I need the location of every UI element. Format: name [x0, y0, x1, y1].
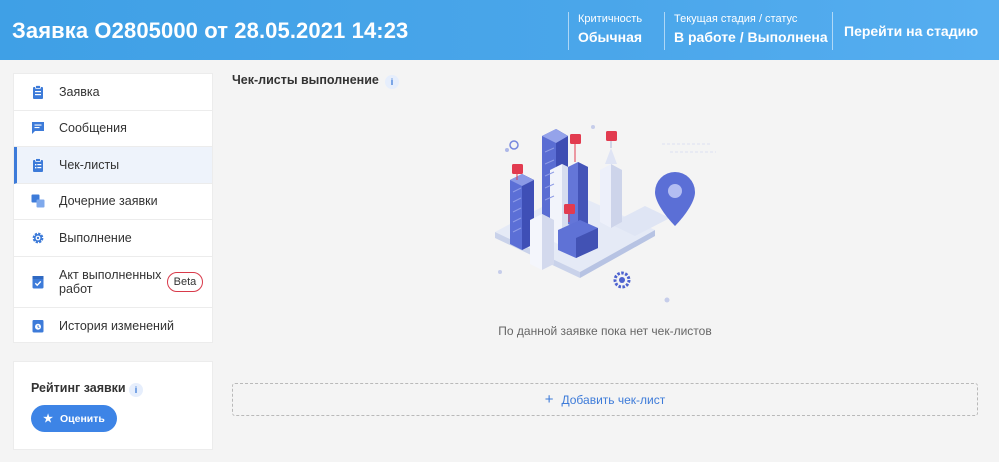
- page-header: Заявка О2805000 от 28.05.2021 14:23 Крит…: [0, 0, 999, 60]
- add-checklist-label: Добавить чек-лист: [561, 392, 666, 407]
- checklists-section-title: Чек-листы выполнение: [232, 73, 379, 87]
- goto-stage-button[interactable]: Перейти на стадию: [832, 12, 999, 50]
- gear-icon: [31, 231, 45, 245]
- sidebar-nav: Заявка Сообщения Чек-листы Дочерние заяв…: [13, 73, 213, 343]
- checklists-info-icon[interactable]: i: [385, 75, 399, 89]
- rating-title: Рейтинг заявки: [31, 381, 126, 395]
- sidebar-item-history[interactable]: История изменений: [14, 308, 212, 345]
- criticality-block: Критичность Обычная: [568, 12, 663, 50]
- sidebar-item-label: История изменений: [59, 318, 174, 333]
- child-requests-icon: [31, 194, 45, 208]
- chat-icon: [31, 121, 45, 135]
- sidebar-item-checklists[interactable]: Чек-листы: [14, 147, 212, 184]
- act-document-icon: [31, 275, 45, 289]
- sidebar-item-act[interactable]: Акт выполненных работ Beta: [14, 257, 212, 308]
- sidebar-item-label: Выполнение: [59, 230, 132, 245]
- star-icon: ★: [43, 413, 53, 425]
- criticality-value: Обычная: [578, 29, 643, 45]
- empty-city-illustration: [480, 112, 720, 312]
- criticality-label: Критичность: [578, 13, 643, 25]
- sidebar-item-label: Сообщения: [59, 121, 127, 136]
- sidebar-item-label: Дочерние заявки: [59, 194, 158, 209]
- sidebar-item-execution[interactable]: Выполнение: [14, 220, 212, 257]
- stage-status-value: В работе / Выполнена: [674, 29, 828, 45]
- beta-badge: Beta: [167, 271, 203, 292]
- history-icon: [31, 319, 45, 333]
- plus-icon: +: [544, 390, 554, 408]
- empty-state-text: По данной заявке пока нет чек-листов: [498, 324, 712, 338]
- rate-button-label: Оценить: [60, 412, 105, 425]
- page-title: Заявка О2805000 от 28.05.2021 14:23: [12, 18, 409, 43]
- sidebar-item-label: Заявка: [59, 84, 100, 99]
- rating-info-icon[interactable]: i: [129, 383, 143, 397]
- rate-button[interactable]: ★ Оценить: [31, 405, 117, 432]
- rating-panel: Рейтинг заявки i ★ Оценить: [13, 361, 213, 450]
- clipboard-icon: [31, 84, 45, 99]
- sidebar-item-messages[interactable]: Сообщения: [14, 111, 212, 147]
- checklist-icon: [31, 157, 45, 172]
- sidebar-item-label: Акт выполненных работ: [59, 267, 162, 296]
- sidebar-item-label: Чек-листы: [59, 157, 120, 172]
- sidebar-item-request[interactable]: Заявка: [14, 74, 212, 111]
- sidebar-item-child-requests[interactable]: Дочерние заявки: [14, 184, 212, 220]
- stage-status-label: Текущая стадия / статус: [674, 13, 798, 25]
- stage-status-block: Текущая стадия / статус В работе / Выпол…: [664, 12, 832, 50]
- add-checklist-button[interactable]: + Добавить чек-лист: [232, 383, 978, 416]
